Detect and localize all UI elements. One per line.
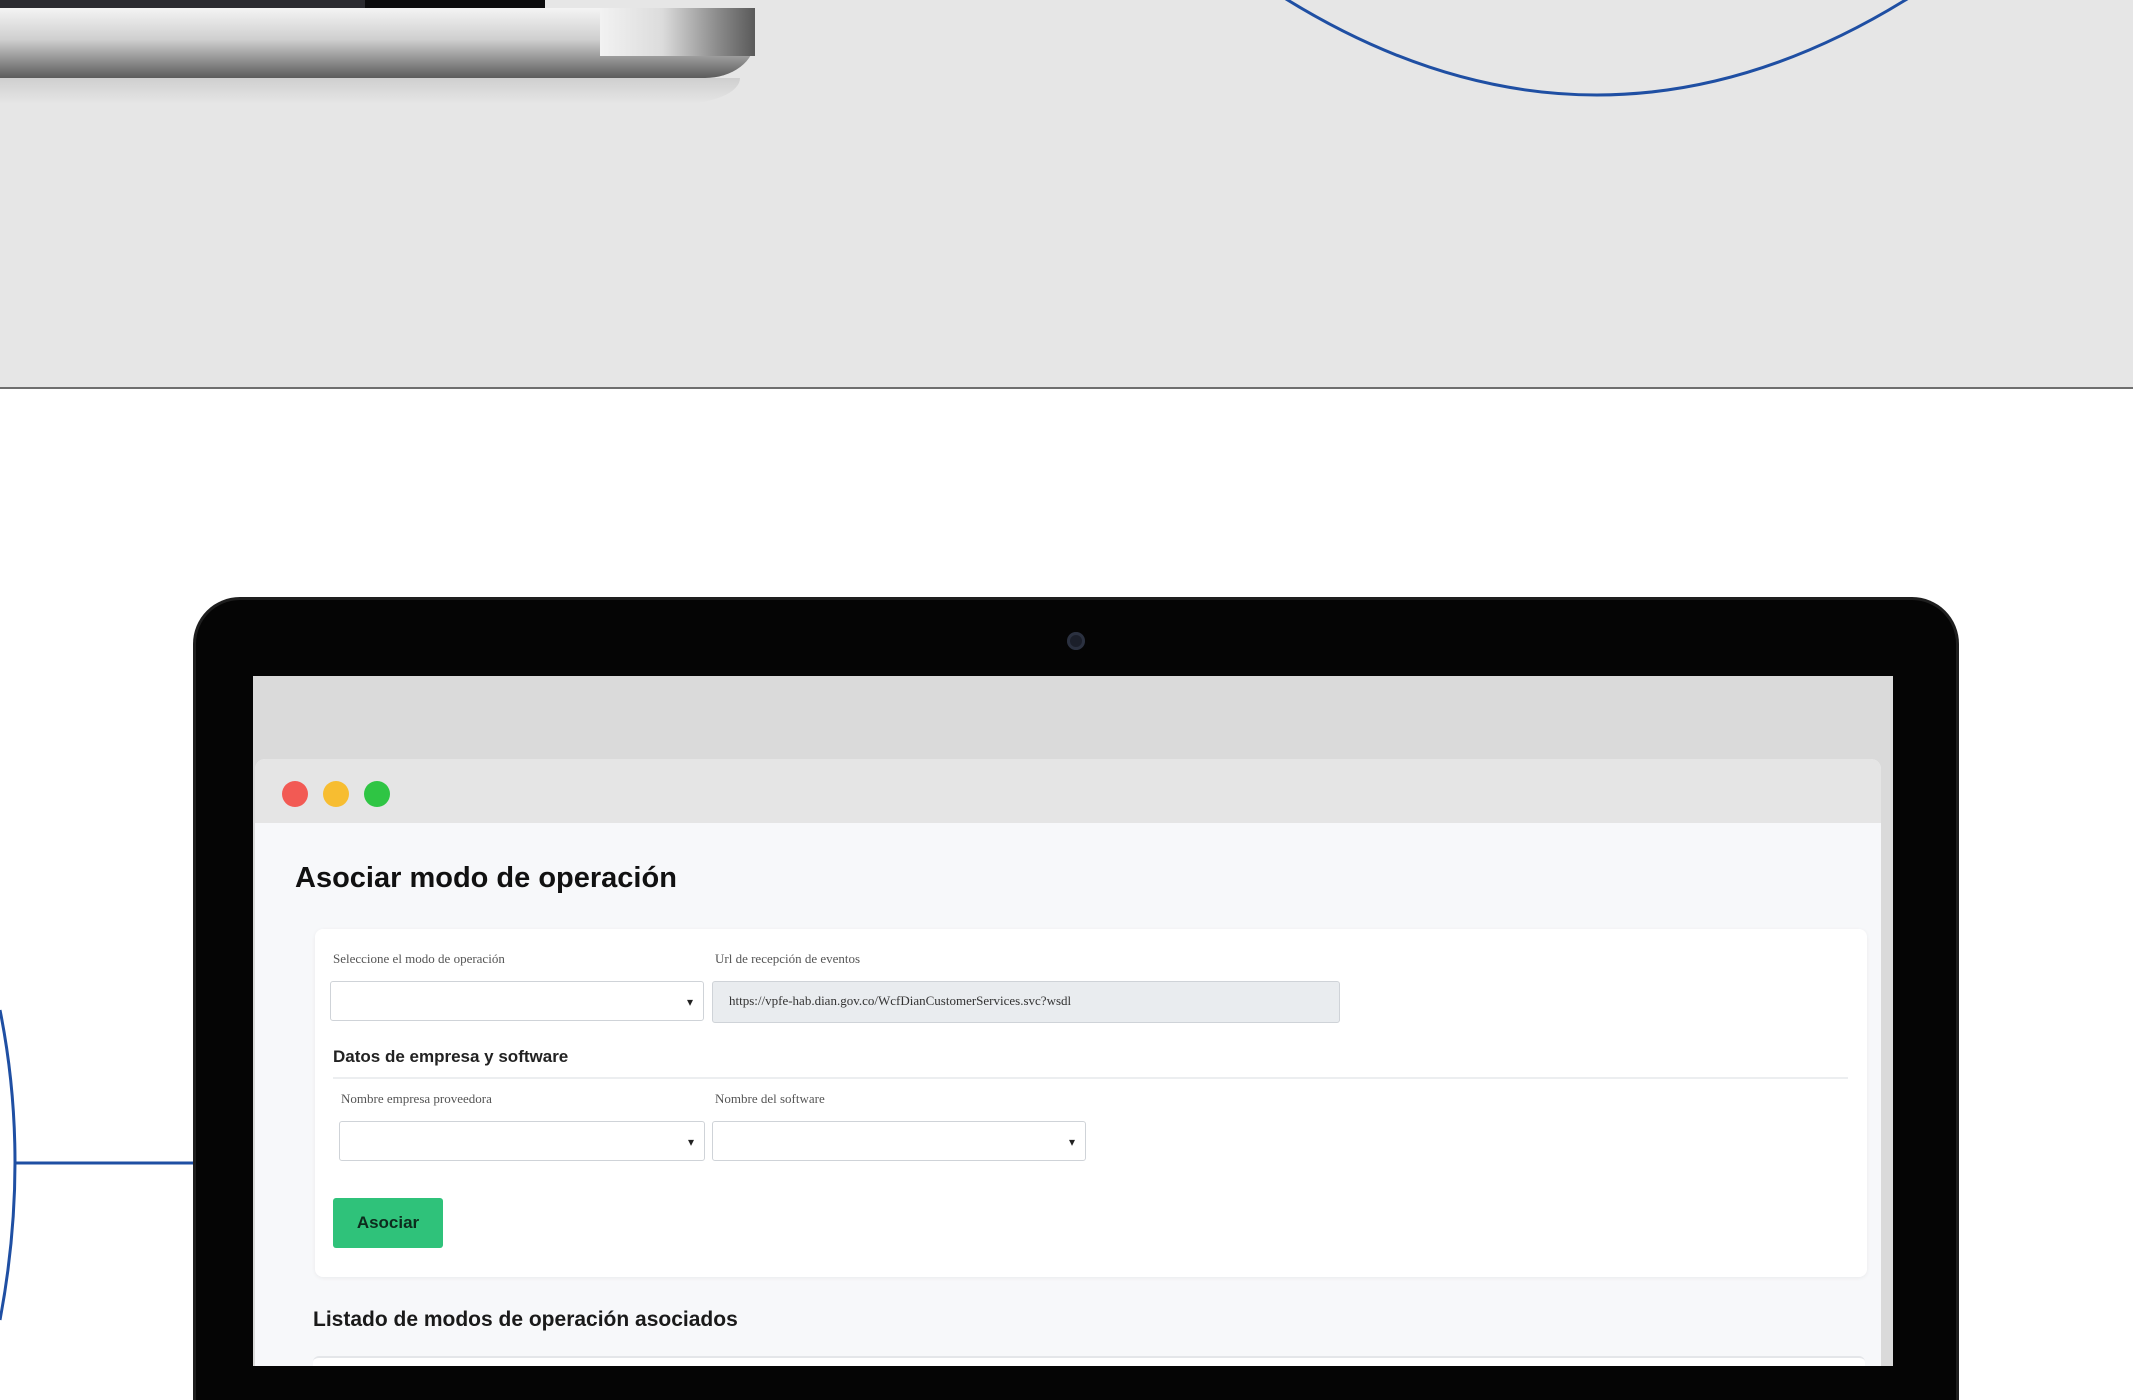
associated-modes-table [313, 1356, 1865, 1366]
close-window-button[interactable] [282, 781, 308, 807]
left-blue-arc [0, 1009, 17, 1321]
software-name-select[interactable]: ▾ [712, 1121, 1086, 1161]
associated-modes-list-title: Listado de modos de operación asociados [313, 1308, 738, 1331]
chevron-down-icon: ▾ [1068, 1135, 1075, 1149]
app-window: Asociar modo de operación Seleccione el … [255, 759, 1881, 1366]
divider [333, 1077, 1848, 1079]
window-titlebar [255, 759, 1881, 823]
section-title-company-software: Datos de empresa y software [333, 1047, 569, 1066]
url-field[interactable]: https://vpfe-hab.dian.gov.co/WcfDianCust… [712, 981, 1340, 1023]
maximize-window-button[interactable] [364, 781, 390, 807]
laptop-screen: Asociar modo de operación Seleccione el … [253, 676, 1893, 1366]
page-title: Asociar modo de operación [295, 862, 677, 894]
associate-button[interactable]: Asociar [333, 1198, 443, 1248]
provider-company-select[interactable]: ▾ [339, 1121, 705, 1161]
minimize-window-button[interactable] [323, 781, 349, 807]
url-label: Url de recepción de eventos [715, 951, 861, 966]
camera-icon [1067, 632, 1085, 650]
provider-company-label: Nombre empresa proveedora [341, 1091, 492, 1106]
chevron-down-icon: ▾ [686, 995, 693, 1009]
operation-mode-label: Seleccione el modo de operación [333, 951, 505, 966]
operation-mode-select[interactable]: ▾ [330, 981, 704, 1021]
chevron-down-icon: ▾ [687, 1135, 694, 1149]
top-blue-arc [1284, 0, 1909, 97]
association-form: Seleccione el modo de operación ▾ Url de… [315, 929, 1867, 1277]
software-name-label: Nombre del software [715, 1091, 825, 1106]
